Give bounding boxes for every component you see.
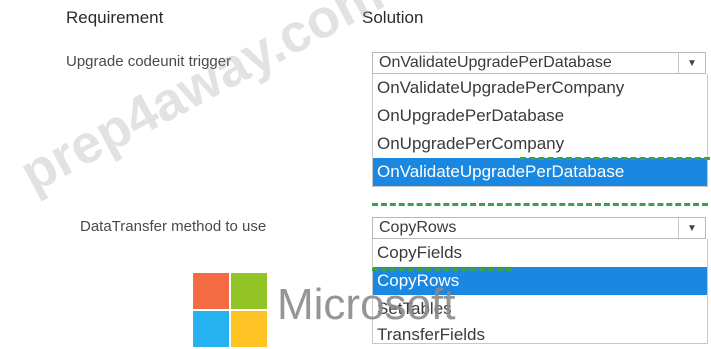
requirement-header: Requirement bbox=[66, 8, 164, 27]
trigger-selected-value: OnValidateUpgradePerDatabase bbox=[379, 54, 612, 71]
trigger-option-selected[interactable]: OnValidateUpgradePerDatabase bbox=[373, 158, 707, 186]
microsoft-wordmark: Microsoft bbox=[277, 280, 456, 329]
logo-blue-square bbox=[193, 311, 229, 347]
dashed-annotation-line bbox=[520, 157, 710, 160]
solution-header: Solution bbox=[362, 8, 424, 27]
microsoft-logo bbox=[193, 273, 269, 349]
datatransfer-label: DataTransfer method to use bbox=[80, 218, 267, 235]
chevron-down-icon[interactable]: ▼ bbox=[678, 53, 705, 73]
trigger-select[interactable]: OnValidateUpgradePerDatabase ▼ bbox=[372, 52, 706, 74]
logo-red-square bbox=[193, 273, 229, 309]
trigger-option[interactable]: OnUpgradePerDatabase bbox=[373, 102, 707, 130]
chevron-down-icon[interactable]: ▼ bbox=[678, 218, 705, 238]
logo-yellow-square bbox=[231, 311, 267, 347]
logo-green-square bbox=[231, 273, 267, 309]
dashed-annotation-line bbox=[372, 203, 708, 206]
trigger-options-list: OnValidateUpgradePerCompany OnUpgradePer… bbox=[372, 74, 708, 187]
trigger-option[interactable]: OnValidateUpgradePerCompany bbox=[373, 74, 707, 102]
watermark: prep4away.com bbox=[10, 0, 393, 204]
trigger-label: Upgrade codeunit trigger bbox=[66, 53, 232, 70]
datatransfer-option[interactable]: CopyFields bbox=[373, 239, 707, 267]
dashed-annotation-line bbox=[372, 268, 512, 271]
datatransfer-select[interactable]: CopyRows ▼ bbox=[372, 217, 706, 239]
datatransfer-selected-value: CopyRows bbox=[379, 219, 457, 236]
trigger-option[interactable]: OnUpgradePerCompany bbox=[373, 130, 707, 158]
